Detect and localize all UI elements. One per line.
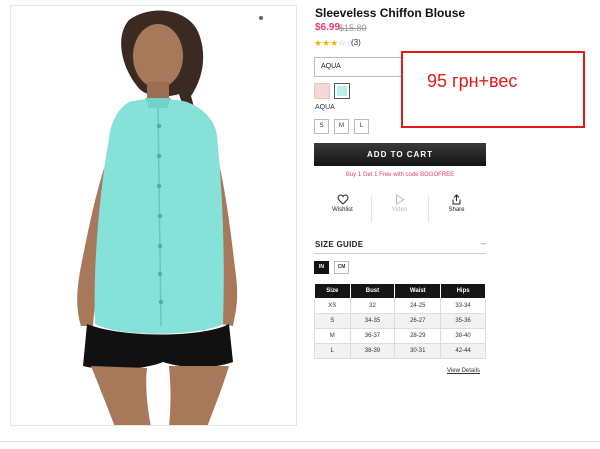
table-cell: 36-37	[349, 328, 396, 344]
sale-price: $6.99	[315, 22, 341, 33]
divider	[314, 253, 486, 254]
share-label: Share	[448, 207, 465, 213]
heart-icon	[336, 194, 349, 205]
column-header: Hips	[440, 283, 486, 299]
size-option-l[interactable]: L	[354, 119, 369, 134]
table-cell: L	[314, 343, 351, 359]
size-option-m[interactable]: M	[334, 119, 349, 134]
size-option-s[interactable]: S	[314, 119, 329, 134]
product-title: Sleeveless Chiffon Blouse	[315, 6, 466, 20]
original-price: $15.80	[339, 23, 367, 33]
swatch-aqua[interactable]	[334, 83, 350, 99]
unit-toggle-cm[interactable]: CM	[334, 261, 349, 274]
play-icon	[395, 194, 405, 205]
column-header: Size	[314, 283, 351, 299]
table-cell: 42-44	[440, 343, 486, 359]
table-row: S 34-35 26-27 35-36	[314, 313, 486, 329]
wishlist-button[interactable]: Wishlist	[314, 194, 371, 224]
share-icon	[452, 194, 461, 205]
image-indicator-dot[interactable]	[259, 16, 263, 20]
table-header-row: Size Bust Waist Hips	[314, 283, 486, 299]
table-cell: 30-31	[394, 343, 442, 359]
review-count[interactable]: (3)	[351, 38, 361, 47]
table-cell: 34-35	[349, 313, 396, 329]
table-cell: 32	[349, 298, 396, 314]
table-cell: 26-27	[394, 313, 442, 329]
view-details-link[interactable]: View Details	[447, 368, 480, 374]
price-annotation-text: 95 грн+вес	[427, 71, 518, 91]
table-cell: S	[314, 313, 351, 329]
add-to-cart-button[interactable]: ADD TO CART	[314, 143, 486, 166]
video-button[interactable]: Video	[371, 194, 428, 224]
share-button[interactable]: Share	[428, 194, 485, 224]
product-image[interactable]	[10, 5, 297, 426]
promo-text: Buy 1 Get 1 Free with code BOGOFREE	[345, 172, 455, 178]
video-label: Video	[391, 207, 408, 213]
rating-stars[interactable]: ★★★☆☆	[314, 38, 354, 49]
column-header: Waist	[394, 283, 442, 299]
table-cell: 38-39	[349, 343, 396, 359]
price-annotation-box: 95 грн+вес	[401, 51, 585, 128]
table-cell: 28-29	[394, 328, 442, 344]
table-cell: 24-25	[394, 298, 442, 314]
page-divider	[0, 441, 600, 442]
size-chart-table: Size Bust Waist Hips XS 32 24-25 33-34 S…	[314, 283, 486, 359]
table-row: M 36-37 28-29 38-40	[314, 328, 486, 344]
size-guide-collapse-toggle[interactable]: –	[481, 238, 486, 248]
selected-color-label: AQUA	[315, 104, 335, 111]
table-cell: XS	[314, 298, 351, 314]
column-header: Bust	[349, 283, 396, 299]
table-cell: 33-34	[440, 298, 486, 314]
model-illustration	[77, 10, 238, 425]
star-filled-icon: ★	[314, 38, 323, 48]
table-row: L 38-39 30-31 42-44	[314, 343, 486, 359]
star-filled-icon: ★	[322, 38, 331, 48]
size-guide-title[interactable]: SIZE GUIDE	[315, 240, 363, 249]
table-row: XS 32 24-25 33-34	[314, 298, 486, 314]
color-select-value: AQUA	[321, 63, 341, 70]
table-cell: 38-40	[440, 328, 486, 344]
table-cell: 35-36	[440, 313, 486, 329]
swatch-pink[interactable]	[314, 83, 330, 99]
wishlist-label: Wishlist	[332, 207, 353, 213]
table-cell: M	[314, 328, 351, 344]
unit-toggle-in[interactable]: IN	[314, 261, 329, 274]
